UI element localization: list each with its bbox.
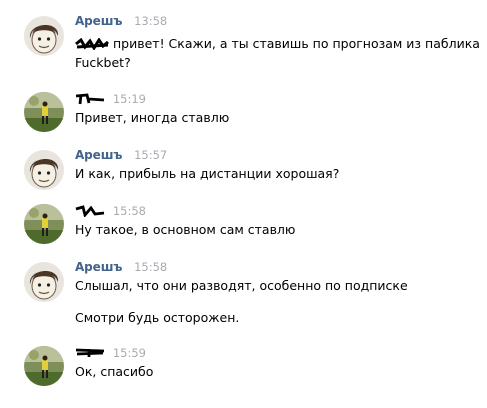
message-timestamp[interactable]: 15:58 (113, 204, 146, 218)
message-timestamp[interactable]: 15:58 (134, 260, 167, 274)
message-line: привет! Скажи, а ты ставишь по прогнозам… (113, 36, 480, 51)
message-header: Арешъ 15:58 (75, 260, 167, 276)
message-header: 15:59 (75, 346, 146, 362)
message-text: И как, прибыль на дистанции хорошая? (75, 165, 455, 182)
author-name-link[interactable]: Арешъ (75, 148, 122, 162)
avatar-football-photo-icon[interactable] (24, 204, 64, 244)
message-line: И как, прибыль на дистанции хорошая? (75, 166, 340, 181)
message-header: Арешъ 15:57 (75, 148, 167, 164)
avatar-football-photo-icon[interactable] (24, 92, 64, 132)
message-header: 15:58 (75, 204, 146, 220)
message-line: Fuckbet? (75, 55, 131, 70)
avatar-cartoon-face-icon[interactable] (24, 150, 64, 190)
message-text: привет! Скажи, а ты ставишь по прогнозам… (75, 35, 480, 71)
avatar-cartoon-face-icon[interactable] (24, 16, 64, 56)
redacted-author-name-icon (75, 347, 105, 362)
message-timestamp[interactable]: 15:57 (134, 148, 167, 162)
message-line: Ну такое, в основном сам ставлю (75, 222, 296, 237)
message-header: Арешъ 13:58 (75, 14, 167, 30)
redacted-author-name-icon (75, 205, 105, 220)
author-name-link[interactable]: Арешъ (75, 14, 122, 28)
message-timestamp[interactable]: 15:19 (113, 92, 146, 106)
avatar-cartoon-face-icon[interactable] (24, 262, 64, 302)
message-timestamp[interactable]: 13:58 (134, 14, 167, 28)
message-line: Привет, иногда ставлю (75, 110, 230, 125)
message-line: Ок, спасибо (75, 364, 154, 379)
message-text: Слышал, что они разводят, особенно по по… (75, 277, 455, 294)
redacted-author-name-icon (75, 93, 105, 108)
message-line: Смотри будь осторожен. (75, 310, 240, 325)
redaction-scribble-icon (75, 37, 109, 54)
message-text: Ок, спасибо (75, 363, 455, 380)
avatar-football-photo-icon[interactable] (24, 346, 64, 386)
author-name-link[interactable]: Арешъ (75, 260, 122, 274)
message-header: 15:19 (75, 92, 146, 108)
message-text: Привет, иногда ставлю (75, 109, 455, 126)
message-text: Смотри будь осторожен. (75, 309, 455, 326)
message-text: Ну такое, в основном сам ставлю (75, 221, 455, 238)
message-timestamp[interactable]: 15:59 (113, 346, 146, 360)
message-line: Слышал, что они разводят, особенно по по… (75, 278, 408, 293)
